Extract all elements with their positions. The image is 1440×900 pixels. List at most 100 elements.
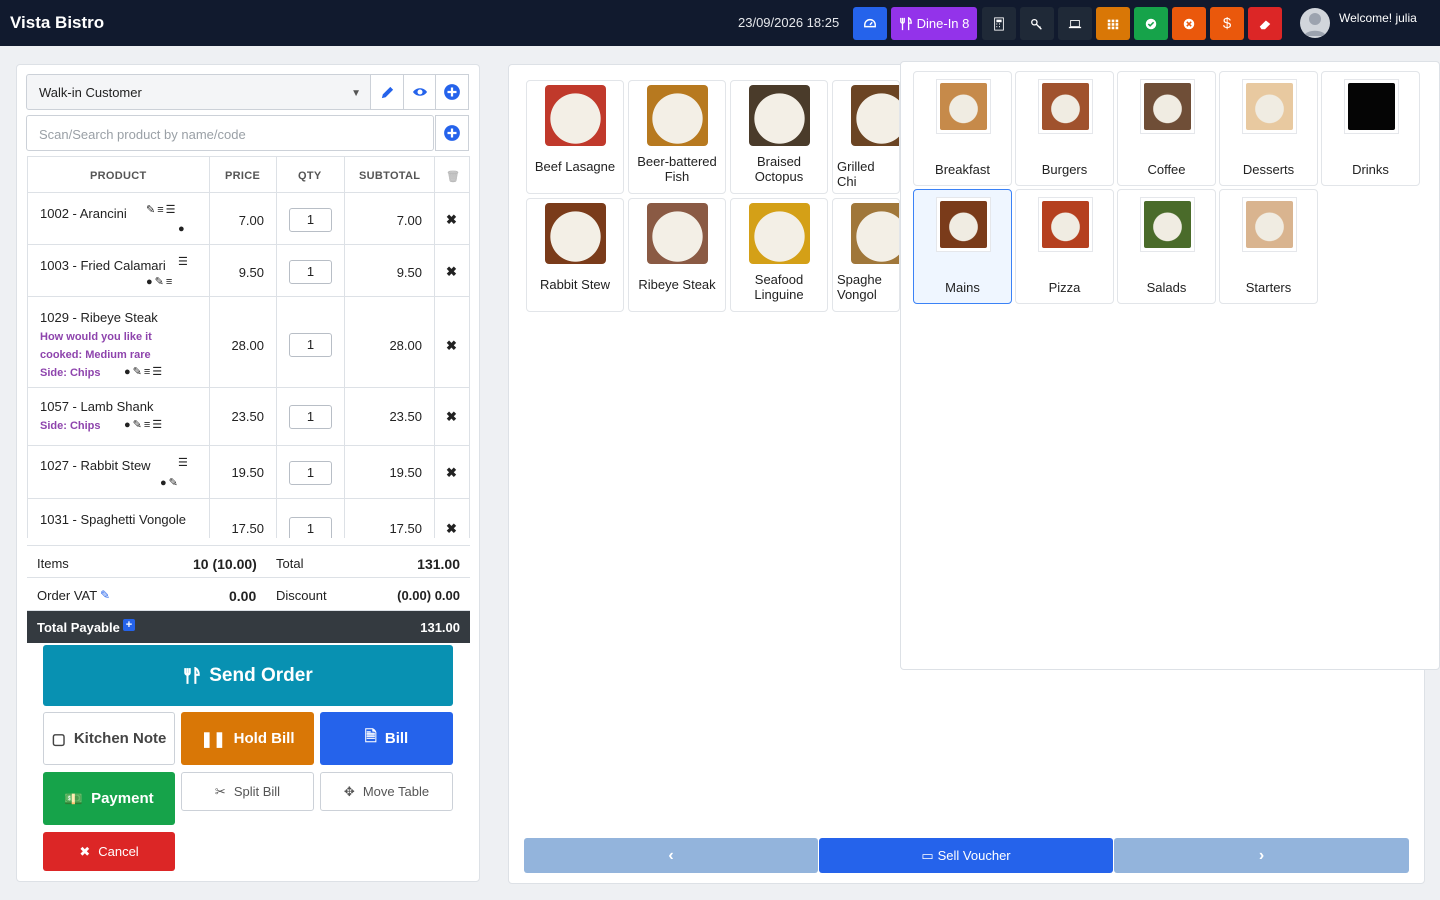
remove-icon[interactable]: ✖ [446,521,457,537]
qty-input[interactable]: 1 [289,208,332,232]
row-edit-icons[interactable]: ✎≡☰ [146,203,178,216]
scissors-icon: ✂ [214,783,226,799]
prev-page-button[interactable]: ‹ [524,838,818,873]
category-card[interactable]: Burgers [1015,71,1114,186]
modifier: cooked: Medium rare [40,349,151,361]
move-table-button[interactable]: ✥ Move Table [320,772,453,811]
kitchen-note-label: Kitchen Note [73,730,167,747]
category-card[interactable]: Pizza [1015,189,1114,304]
dashboard-button[interactable] [853,7,887,40]
category-name: Coffee [1147,162,1186,177]
product-card[interactable]: Seafood Linguine [730,198,828,312]
category-image [1140,79,1195,134]
sell-voucher-button[interactable]: ▭ Sell Voucher [819,838,1113,873]
remove-icon[interactable]: ✖ [446,338,457,354]
discount-label: Discount [276,588,327,603]
product-card[interactable]: Braised Octopus [730,80,828,194]
category-card[interactable]: Drinks [1321,71,1420,186]
row-edit-icons[interactable]: ●✎ [160,476,180,489]
move-icon: ✥ [343,783,355,799]
table-row[interactable]: 1029 - Ribeye Steak How would you like i… [28,297,469,388]
eraser-icon [1259,20,1271,29]
qty-input[interactable]: 1 [289,405,332,429]
product-card[interactable]: Beer-battered Fish [628,80,726,194]
category-card[interactable]: Breakfast [913,71,1012,186]
product-card[interactable]: Grilled Chi [832,80,900,194]
kitchen-note-button[interactable]: ▢ Kitchen Note [43,712,175,765]
qty-input[interactable]: 1 [289,260,332,284]
remove-icon[interactable]: ✖ [446,212,457,228]
customer-select[interactable]: Walk-in Customer ▼ [26,74,372,110]
list-icon[interactable]: ☰ [178,255,190,268]
category-card[interactable]: Starters [1219,189,1318,304]
table-row[interactable]: 1027 - Rabbit Stew ☰ ●✎ 19.50 1 19.50 ✖ [28,446,469,499]
view-customer-button[interactable] [403,74,437,110]
product-card[interactable]: Ribeye Steak [628,198,726,312]
remove-icon[interactable]: ✖ [446,409,457,425]
product-card[interactable]: Spaghe Vongol [832,198,900,312]
calculator-button[interactable] [982,7,1016,40]
table-row[interactable]: 1003 - Fried Calamari ☰ ●✎≡ 9.50 1 9.50 … [28,245,469,297]
row-edit-icons[interactable]: ●✎≡ [146,275,174,288]
order-table: PRODUCT PRICE QTY SUBTOTAL 🗑 1002 - Aran… [27,156,470,538]
remove-icon[interactable]: ✖ [446,264,457,280]
category-image [1038,197,1093,252]
key-icon [1031,18,1042,30]
close-register-button[interactable] [1172,7,1206,40]
product-name: 1031 - Spaghetti Vongole [40,512,187,527]
send-order-button[interactable]: Send Order [43,645,453,706]
comment-icon[interactable]: ● [178,223,187,235]
product-card[interactable]: Rabbit Stew [526,198,624,312]
product-name: 1057 - Lamb Shank [40,399,154,414]
next-page-button[interactable]: › [1114,838,1409,873]
row-edit-icons[interactable]: ●✎≡☰ [124,418,164,431]
edit-vat-icon[interactable]: ✎ [100,588,110,602]
send-order-label: Send Order [209,664,313,686]
payment-button[interactable]: 💵 Payment [43,772,175,825]
confirm-button[interactable] [1134,7,1168,40]
add-customer-button[interactable] [435,74,469,110]
qty-input[interactable]: 1 [289,461,332,485]
cancel-button[interactable]: ✖ Cancel [43,832,175,871]
product-image [851,203,899,264]
payable-value: 131.00 [420,620,460,635]
remove-icon[interactable]: ✖ [446,465,457,481]
plus-circle-icon [444,84,460,100]
category-card[interactable]: Mains [913,189,1012,304]
add-shipping-icon[interactable]: + [123,619,135,631]
key-button[interactable] [1020,7,1054,40]
cash-button[interactable]: $ [1210,7,1244,40]
table-row[interactable]: 1002 - Arancini ✎≡☰ ● 7.00 1 7.00 ✖ [28,193,469,245]
product-card[interactable]: Beef Lasagne [526,80,624,194]
subtotal: 9.50 [396,265,422,280]
category-name: Breakfast [935,162,990,177]
split-bill-button[interactable]: ✂ Split Bill [181,772,314,811]
category-card[interactable]: Salads [1117,189,1216,304]
product-search-input[interactable]: Scan/Search product by name/code [26,115,434,151]
laptop-button[interactable] [1058,7,1092,40]
product-name: Beer-battered Fish [637,154,717,184]
row-edit-icons[interactable]: ●✎≡☰ [124,365,164,378]
category-card[interactable]: Coffee [1117,71,1216,186]
clear-button[interactable] [1248,7,1282,40]
category-name: Salads [1146,280,1187,295]
qty-input[interactable]: 1 [289,517,332,538]
list-icon[interactable]: ☰ [178,456,190,469]
category-image [1140,197,1195,252]
product-image [647,85,708,146]
avatar[interactable] [1300,8,1330,38]
edit-customer-button[interactable] [370,74,404,110]
hold-bill-label: Hold Bill [233,730,295,747]
total-label: Total [276,556,304,571]
price: 23.50 [231,409,264,424]
tables-button[interactable] [1096,7,1130,40]
product-name: 1003 - Fried Calamari [40,258,166,273]
bill-button[interactable]: 🗎 Bill [320,712,453,765]
dine-in-button[interactable]: Dine-In 8 [891,7,977,40]
table-row[interactable]: 1057 - Lamb Shank Side: Chips ●✎≡☰ 23.50… [28,388,469,446]
add-product-button[interactable] [435,115,469,151]
qty-input[interactable]: 1 [289,333,332,357]
table-row[interactable]: 1031 - Spaghetti Vongole 17.50 1 17.50 ✖ [28,499,469,538]
category-card[interactable]: Desserts [1219,71,1318,186]
hold-bill-button[interactable]: ❚❚ Hold Bill [181,712,314,765]
